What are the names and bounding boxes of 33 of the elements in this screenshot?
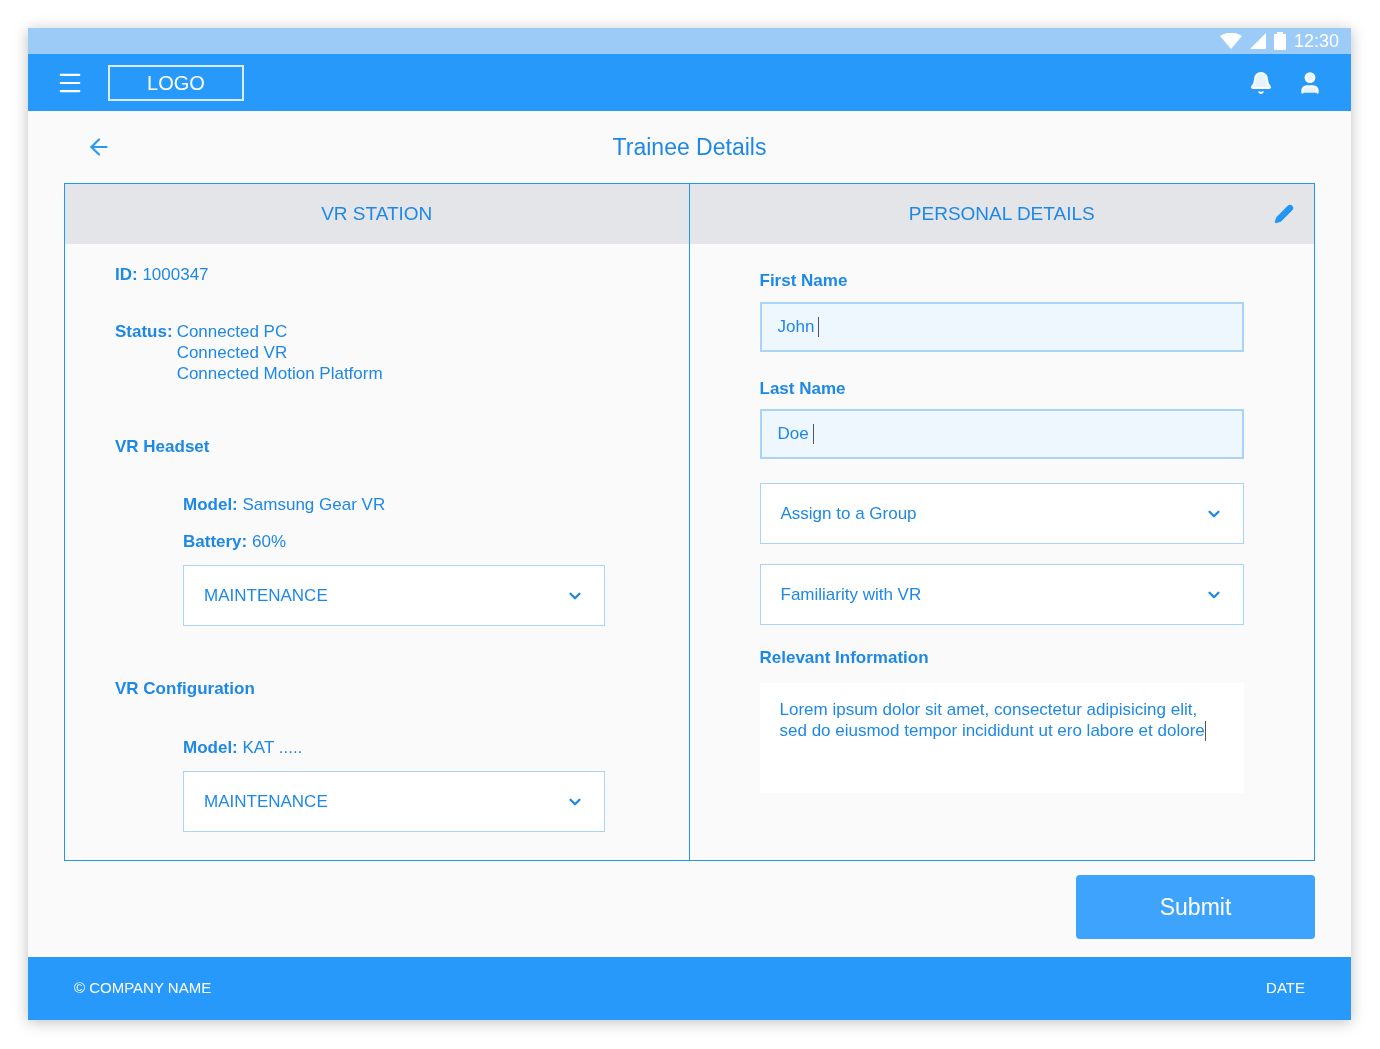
text-area[interactable]: Lorem ipsum dolor sit amet, consectetur adipisicing elit, sed do eiusmod tempor incididunt ut ero labore et dolore bbox=[759, 682, 1244, 793]
signal-icon bbox=[1249, 33, 1266, 49]
wifi-icon bbox=[1219, 33, 1242, 49]
footer-date: DATE bbox=[1266, 978, 1305, 999]
logo-box: LOGO bbox=[108, 64, 244, 101]
detail-text: Model: KAT ..... bbox=[183, 736, 304, 759]
company-name: © COMPANY NAME bbox=[74, 978, 212, 999]
input-field[interactable]: John bbox=[759, 301, 1244, 352]
field-label: Relevant Information bbox=[759, 647, 930, 669]
field-label: Last Name bbox=[759, 377, 847, 400]
dropdown-select[interactable]: MAINTENANCE bbox=[183, 565, 605, 626]
bell-icon[interactable] bbox=[1249, 70, 1273, 95]
status-value: Connected PC bbox=[176, 320, 289, 342]
field-label: First Name bbox=[759, 270, 849, 292]
status-value: Connected VR bbox=[176, 341, 289, 363]
panel-header: VR STATION bbox=[65, 184, 689, 244]
station-id: ID: 1000347 bbox=[115, 264, 210, 286]
status-value: Connected Motion Platform bbox=[176, 362, 383, 384]
dropdown-select[interactable]: Assign to a Group bbox=[759, 483, 1244, 544]
dropdown-select[interactable]: MAINTENANCE bbox=[183, 771, 605, 832]
section-heading: VR Headset bbox=[115, 435, 211, 458]
dropdown-select[interactable]: Familiarity with VR bbox=[759, 564, 1244, 625]
pencil-icon[interactable] bbox=[1274, 204, 1294, 224]
status-label: Status: bbox=[115, 320, 173, 343]
input-field[interactable]: Doe bbox=[759, 409, 1244, 459]
panel-heading: PERSONAL DETAILS bbox=[908, 201, 1095, 226]
clock-time: 12:30 bbox=[1293, 29, 1339, 53]
page-title: Trainee Details bbox=[612, 132, 767, 162]
section-heading: VR Configuration bbox=[115, 678, 256, 700]
battery-icon bbox=[1273, 32, 1286, 50]
detail-text: Battery: 60% bbox=[183, 530, 287, 553]
submit-button[interactable]: Submit bbox=[1076, 875, 1315, 939]
detail-text: Model: Samsung Gear VR bbox=[183, 494, 387, 516]
